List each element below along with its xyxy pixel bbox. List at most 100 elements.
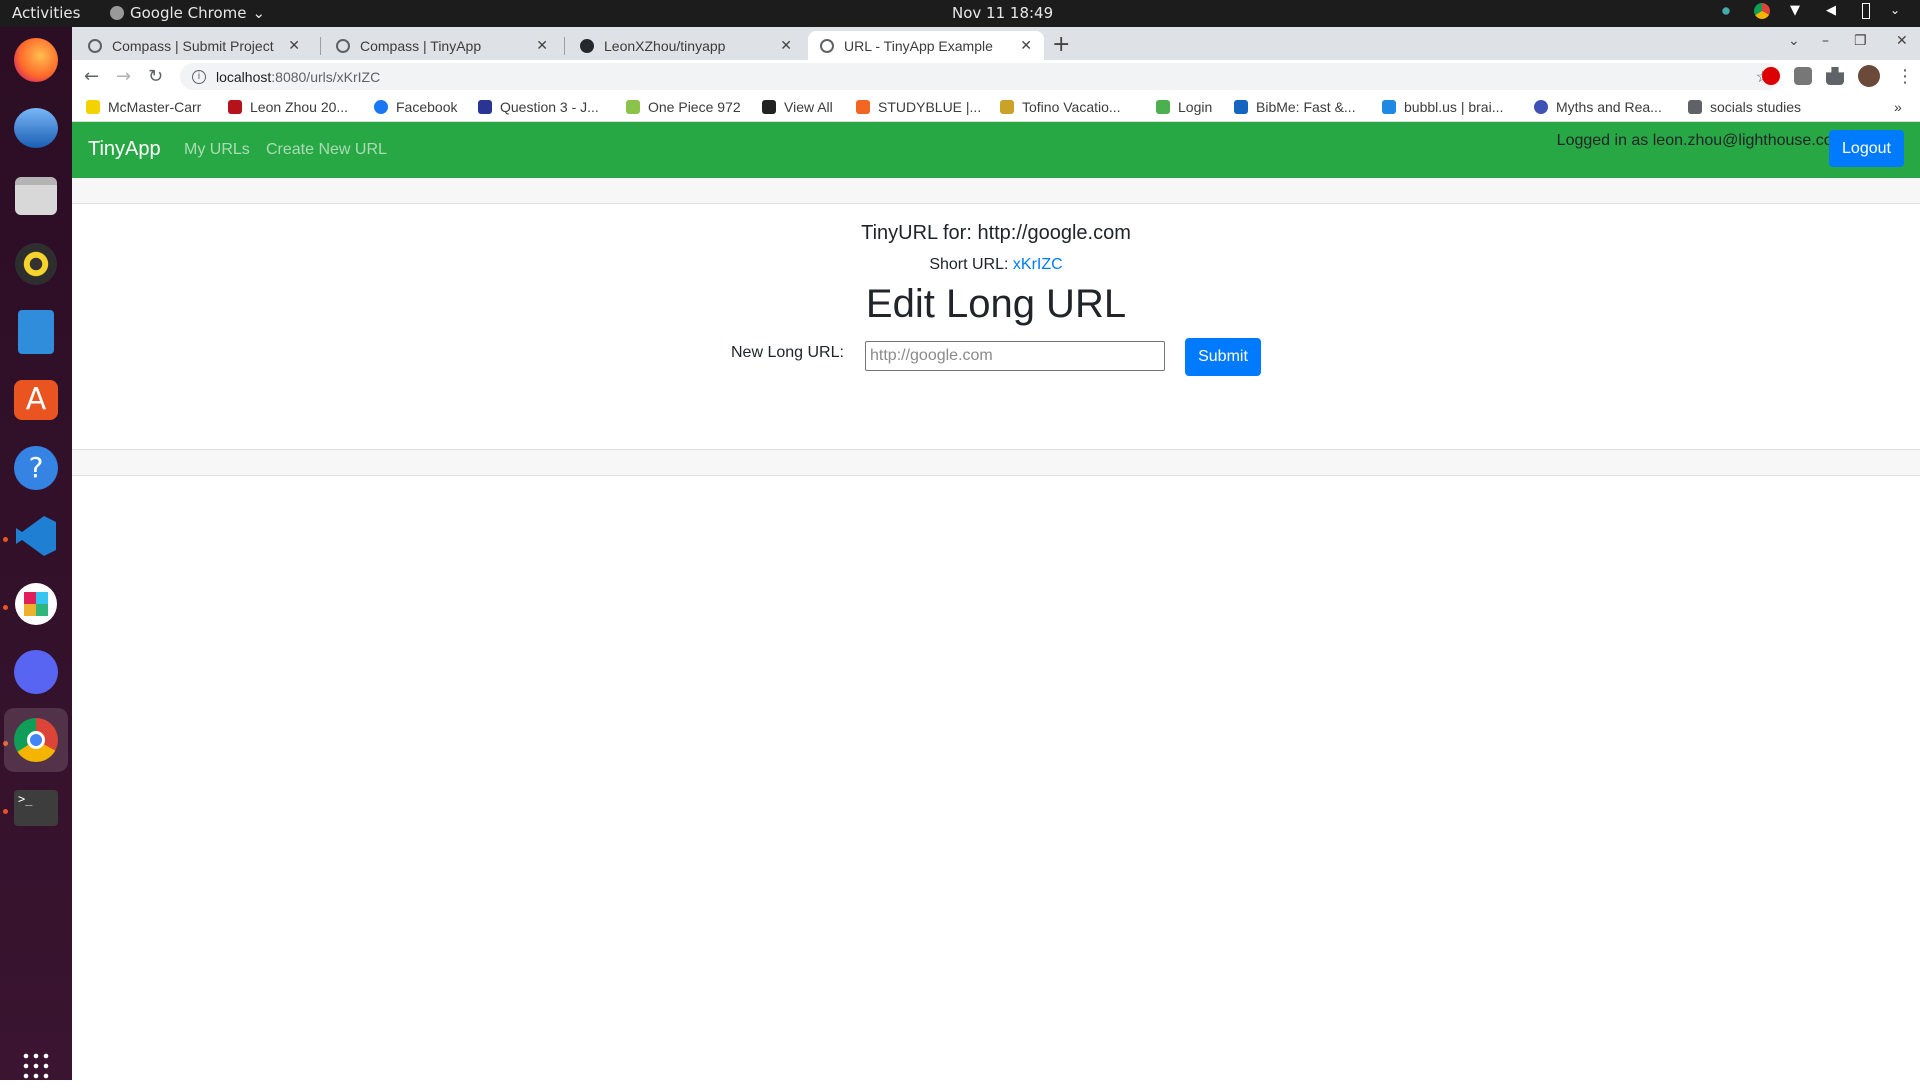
- github-icon: [580, 38, 594, 53]
- back-icon[interactable]: ←: [84, 66, 99, 87]
- nav-my-urls[interactable]: My URLs: [184, 141, 250, 159]
- close-icon[interactable]: ✕: [288, 37, 300, 54]
- bubbl-icon: [1382, 100, 1396, 114]
- tab-compass-tinyapp[interactable]: Compass | TinyApp ✕: [324, 31, 560, 60]
- vscode-icon[interactable]: [12, 512, 60, 560]
- software-icon[interactable]: A: [12, 376, 60, 424]
- more-bookmarks-button[interactable]: »: [1894, 99, 1902, 115]
- opera-extension-icon[interactable]: [1762, 67, 1780, 85]
- new-tab-button[interactable]: +: [1052, 32, 1070, 57]
- bookmark-item[interactable]: Myths and Rea...: [1534, 99, 1662, 115]
- bookmark-item[interactable]: Facebook: [374, 99, 457, 115]
- app-menu[interactable]: Google Chrome ⌄: [110, 4, 265, 22]
- extensions-puzzle-icon[interactable]: [1826, 67, 1844, 85]
- address-bar[interactable]: i localhost :8080/urls/xKrIZC ☆: [180, 63, 1780, 90]
- help-icon[interactable]: ?: [12, 444, 60, 492]
- bookmark-item[interactable]: Leon Zhou 20...: [228, 99, 348, 115]
- close-icon[interactable]: ✕: [536, 37, 548, 54]
- running-indicator: [3, 537, 8, 542]
- logout-button[interactable]: Logout: [1829, 130, 1904, 167]
- long-url-input[interactable]: [865, 341, 1165, 371]
- close-icon[interactable]: ✕: [780, 37, 792, 54]
- one-piece-icon: [626, 100, 640, 114]
- minimize-icon[interactable]: –: [1822, 33, 1829, 49]
- bookmark-item[interactable]: STUDYBLUE |...: [856, 99, 981, 115]
- tab-title: Compass | Submit Project: [112, 37, 274, 54]
- new-long-url-label: New Long URL:: [731, 344, 844, 361]
- tab-github-tinyapp[interactable]: LeonXZhou/tinyapp ✕: [568, 31, 804, 60]
- writer-icon[interactable]: [12, 308, 60, 356]
- bookmark-item[interactable]: Login: [1156, 99, 1212, 115]
- maximize-icon[interactable]: ❐: [1854, 33, 1867, 49]
- tab-title: LeonXZhou/tinyapp: [604, 37, 726, 54]
- tab-separator: [564, 37, 565, 55]
- running-indicator: [3, 809, 8, 814]
- submit-button[interactable]: Submit: [1185, 338, 1261, 376]
- bookmark-item[interactable]: bubbl.us | brai...: [1382, 99, 1503, 115]
- dock: A ? >_: [0, 27, 72, 1081]
- z-extension-icon[interactable]: [1794, 67, 1812, 85]
- app-menu-label: Google Chrome: [130, 4, 247, 22]
- wifi-icon[interactable]: ▼: [1790, 3, 1806, 19]
- volume-icon[interactable]: ◀: [1826, 3, 1842, 19]
- edit-long-url-heading: Edit Long URL: [865, 282, 1127, 326]
- slack-tray-icon[interactable]: [1718, 3, 1734, 19]
- facebook-icon: [374, 100, 388, 114]
- info-icon[interactable]: i: [192, 69, 206, 84]
- mcmaster-icon: [86, 100, 100, 114]
- bookmark-item[interactable]: BibMe: Fast &...: [1234, 99, 1356, 115]
- tab-compass-submit[interactable]: Compass | Submit Project ✕: [76, 31, 312, 60]
- chrome-small-icon: [110, 6, 124, 20]
- firefox-icon[interactable]: [12, 36, 60, 84]
- thunderbird-icon[interactable]: [12, 104, 60, 152]
- page-content: TinyApp My URLs Create New URL Logged in…: [72, 122, 1920, 1080]
- bookmarks-bar: McMaster-Carr Leon Zhou 20... Facebook Q…: [72, 93, 1920, 122]
- profile-avatar[interactable]: [1858, 65, 1880, 87]
- tab-title: Compass | TinyApp: [360, 37, 482, 54]
- studyblue-icon: [856, 100, 870, 114]
- activities-button[interactable]: Activities: [12, 4, 80, 22]
- bookmark-item[interactable]: Tofino Vacatio...: [1000, 99, 1121, 115]
- discord-icon[interactable]: [12, 648, 60, 696]
- reload-icon[interactable]: ↻: [148, 66, 163, 87]
- bookmark-item[interactable]: McMaster-Carr: [86, 99, 201, 115]
- running-indicator: [3, 605, 8, 610]
- show-apps-icon[interactable]: [12, 1042, 60, 1090]
- bookmark-item[interactable]: View All: [762, 99, 833, 115]
- folder-icon: [1688, 100, 1702, 114]
- power-menu-icon[interactable]: ⌄: [1890, 3, 1906, 19]
- view-all-icon: [762, 100, 776, 114]
- address-host: localhost: [216, 68, 272, 85]
- forward-icon[interactable]: →: [116, 66, 131, 87]
- system-tray[interactable]: ▼ ◀ ⌄: [1718, 3, 1906, 19]
- system-top-bar: Activities Google Chrome ⌄ Nov 11 18:49 …: [0, 0, 1920, 27]
- browser-toolbar: ← → ↻ i localhost :8080/urls/xKrIZC ☆ ⋮: [72, 60, 1920, 93]
- slack-icon[interactable]: [12, 580, 60, 628]
- chrome-icon[interactable]: [4, 708, 68, 772]
- terminal-icon[interactable]: >_: [12, 784, 60, 832]
- card-footer: [72, 449, 1920, 476]
- shield-icon: [228, 100, 242, 114]
- nav-create-new-url[interactable]: Create New URL: [266, 141, 387, 159]
- short-url-link[interactable]: xKrIZC: [1013, 256, 1063, 273]
- globe-icon: [88, 38, 102, 53]
- tab-search-icon[interactable]: ⌄: [1788, 33, 1800, 49]
- rhythmbox-icon[interactable]: [12, 240, 60, 288]
- files-icon[interactable]: [12, 172, 60, 220]
- bookmark-item[interactable]: Question 3 - J...: [478, 99, 599, 115]
- battery-icon[interactable]: [1862, 3, 1870, 19]
- bookmark-item[interactable]: One Piece 972: [626, 99, 741, 115]
- window-close-icon[interactable]: ✕: [1896, 33, 1908, 49]
- chrome-tray-icon[interactable]: [1754, 3, 1770, 19]
- app-navbar: TinyApp My URLs Create New URL Logged in…: [72, 122, 1920, 178]
- tab-url-tinyapp[interactable]: URL - TinyApp Example ✕: [808, 31, 1044, 60]
- url-card: TinyURL for: http://google.com Short URL…: [72, 178, 1920, 478]
- address-path: :8080/urls/xKrIZC: [271, 68, 381, 85]
- browser-window: Compass | Submit Project ✕ Compass | Tin…: [72, 27, 1920, 1080]
- brand-link[interactable]: TinyApp: [88, 138, 161, 161]
- bookmark-folder[interactable]: socials studies: [1688, 99, 1801, 115]
- kebab-menu-icon[interactable]: ⋮: [1896, 66, 1914, 87]
- bibme-icon: [1234, 100, 1248, 114]
- close-icon[interactable]: ✕: [1020, 37, 1032, 54]
- clock[interactable]: Nov 11 18:49: [952, 4, 1053, 22]
